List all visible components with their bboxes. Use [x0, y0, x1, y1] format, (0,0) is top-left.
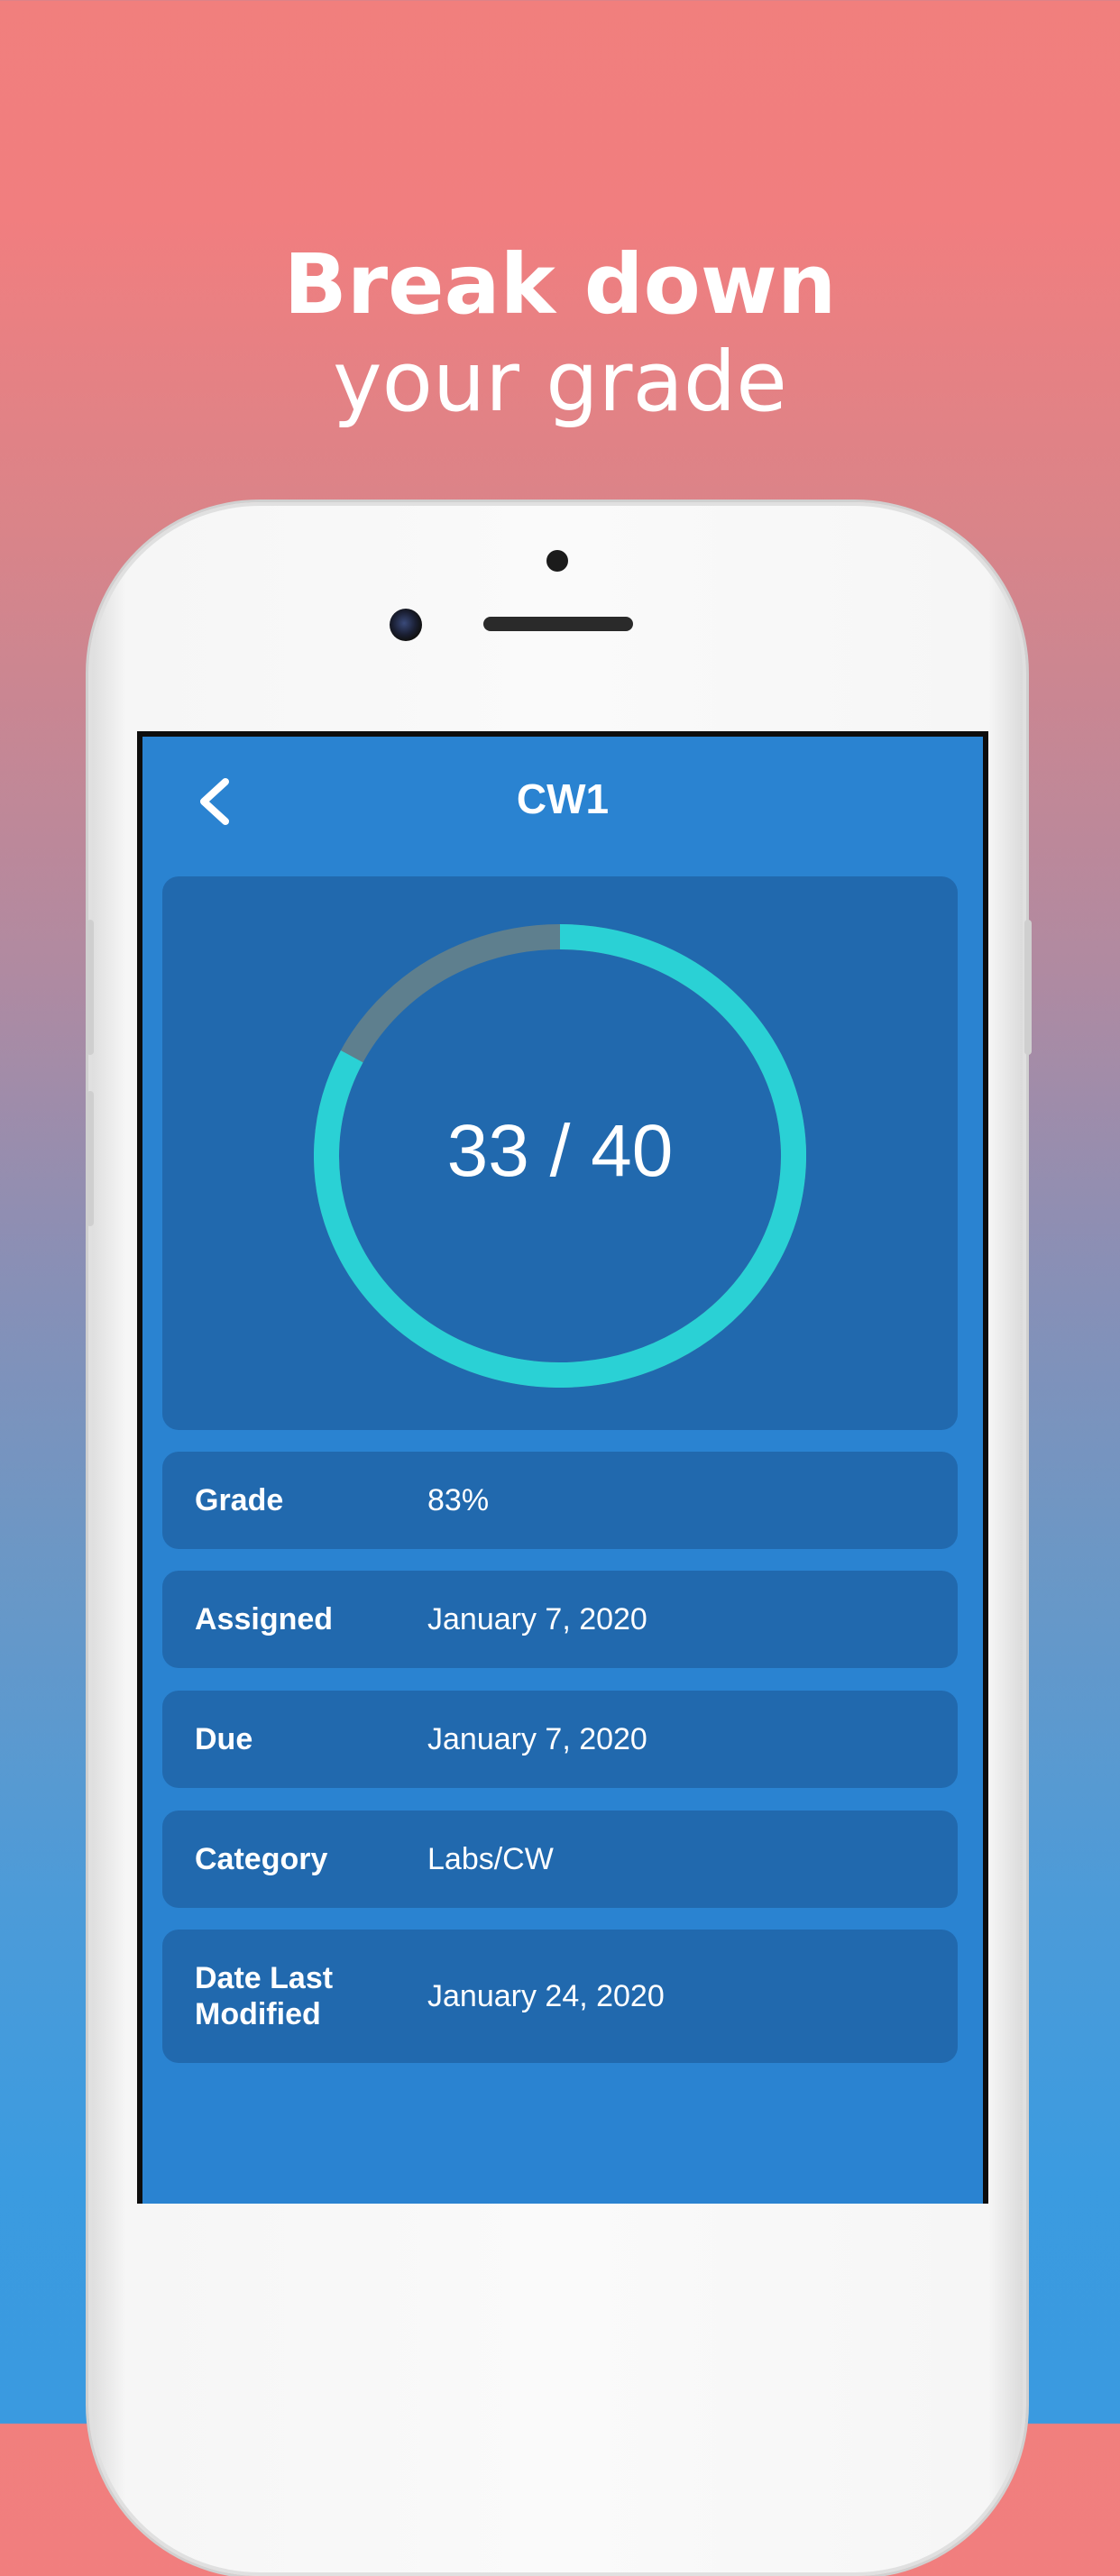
- phone-side-button: [87, 920, 94, 1055]
- detail-row-category: Category Labs/CW: [162, 1811, 958, 1908]
- detail-row-assigned: Assigned January 7, 2020: [162, 1571, 958, 1668]
- detail-label: Category: [195, 1842, 328, 1876]
- phone-side-button: [1024, 920, 1032, 1055]
- score-card: 33 / 40: [162, 876, 958, 1430]
- detail-value: January 7, 2020: [427, 1601, 647, 1636]
- detail-row-due: Due January 7, 2020: [162, 1691, 958, 1788]
- nav-bar: CW1: [142, 737, 983, 866]
- detail-label: Due: [195, 1722, 253, 1756]
- detail-label: Assigned: [195, 1602, 334, 1636]
- detail-row-date-last-modified: Date Last Modified January 24, 2020: [162, 1930, 958, 2063]
- earpiece-speaker: [483, 617, 633, 631]
- headline-line-2: your grade: [333, 334, 787, 430]
- headline-line-1: Break down: [283, 236, 837, 333]
- detail-value: January 24, 2020: [427, 1978, 665, 2013]
- detail-label: Date Last Modified: [195, 1961, 334, 2031]
- app-screen: CW1 33 / 40 Grade 83% Assigned January 7…: [137, 731, 988, 2204]
- page-title: CW1: [516, 775, 610, 822]
- detail-value: 83%: [427, 1482, 490, 1517]
- front-camera-icon: [390, 609, 422, 641]
- detail-row-grade: Grade 83%: [162, 1452, 958, 1549]
- score-value: 33 / 40: [446, 1110, 674, 1192]
- promo-headline: Break down your grade: [0, 236, 1120, 431]
- detail-value: January 7, 2020: [427, 1721, 647, 1756]
- proximity-sensor: [546, 550, 568, 572]
- detail-value: Labs/CW: [427, 1841, 554, 1876]
- detail-label: Grade: [195, 1483, 284, 1517]
- phone-side-button: [87, 1091, 94, 1226]
